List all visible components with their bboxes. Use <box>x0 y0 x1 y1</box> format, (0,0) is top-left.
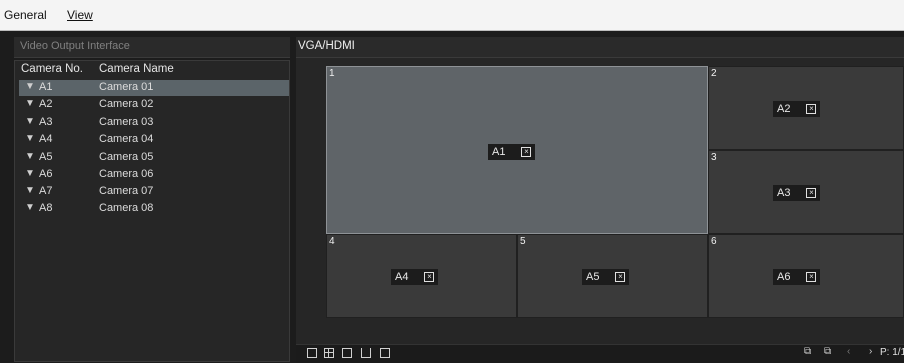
close-icon[interactable]: × <box>806 188 817 198</box>
camera-no: A4 <box>39 133 53 145</box>
window-number: 2 <box>711 68 717 79</box>
window-number: 1 <box>329 68 335 79</box>
close-icon[interactable]: × <box>424 272 435 282</box>
camera-badge: A6 × <box>773 269 821 285</box>
camera-badge: A4 × <box>391 269 439 285</box>
video-output-interface-label: Video Output Interface <box>20 40 130 52</box>
camera-badge-label: A6 <box>777 271 791 283</box>
video-output-interface-header: Video Output Interface <box>14 37 290 58</box>
window-number: 3 <box>711 152 717 163</box>
camera-badge: A5 × <box>582 269 630 285</box>
window-number: 4 <box>329 236 335 247</box>
camera-icon: ▼ <box>25 98 35 109</box>
camera-no: A3 <box>39 116 53 128</box>
layout-4x4-icon[interactable] <box>361 348 371 358</box>
window-number: 6 <box>711 236 717 247</box>
window-tile-1[interactable]: 1 A1 × <box>326 66 708 234</box>
camera-no: A8 <box>39 202 53 214</box>
window-tile-3[interactable]: 3 A3 × <box>708 150 904 234</box>
camera-icon: ▼ <box>25 151 35 162</box>
camera-badge-label: A5 <box>586 271 600 283</box>
layout-2x2-icon[interactable] <box>324 348 334 358</box>
camera-badge: A2 × <box>773 101 821 117</box>
layout-1x1-icon[interactable] <box>307 348 317 358</box>
camera-name: Camera 03 <box>99 116 154 128</box>
column-header-camera-no: Camera No. <box>21 63 83 75</box>
camera-name: Camera 01 <box>99 81 154 93</box>
camera-name: Camera 04 <box>99 133 154 145</box>
camera-badge: A1 × <box>488 144 536 160</box>
camera-badge-label: A1 <box>492 146 506 158</box>
camera-icon: ▼ <box>25 133 35 144</box>
camera-badge: A3 × <box>773 185 821 201</box>
camera-row[interactable]: ▼ A3 Camera 03 <box>19 115 289 131</box>
camera-icon: ▼ <box>25 185 35 196</box>
layout-custom-icon[interactable] <box>380 348 390 358</box>
layout-3x3-icon[interactable] <box>342 348 352 358</box>
tab-general[interactable]: General <box>4 8 47 22</box>
tab-bar: General View <box>0 0 904 31</box>
camera-icon: ▼ <box>25 81 35 92</box>
camera-no: A1 <box>39 81 53 93</box>
close-icon[interactable]: × <box>806 104 817 114</box>
column-header-camera-name: Camera Name <box>99 63 174 75</box>
camera-no: A2 <box>39 98 53 110</box>
next-layout-icon[interactable]: ⧉ <box>824 346 831 357</box>
camera-no: A5 <box>39 151 53 163</box>
prev-layout-icon[interactable]: ⧉ <box>804 346 811 357</box>
tab-view[interactable]: View <box>67 8 93 22</box>
next-page-icon[interactable]: › <box>869 346 872 357</box>
layout-toolbar: ⧉ ⧉ ‹ › P: 1/1 <box>296 344 904 363</box>
camera-name: Camera 07 <box>99 185 154 197</box>
close-icon[interactable]: × <box>806 272 817 282</box>
window-tile-5[interactable]: 5 A5 × <box>517 234 708 318</box>
camera-row[interactable]: ▼ A4 Camera 04 <box>19 132 289 148</box>
camera-row[interactable]: ▼ A7 Camera 07 <box>19 184 289 200</box>
close-icon[interactable]: × <box>521 147 532 157</box>
camera-row[interactable]: ▼ A1 Camera 01 <box>19 80 289 96</box>
camera-row[interactable]: ▼ A2 Camera 02 <box>19 97 289 113</box>
camera-icon: ▼ <box>25 202 35 213</box>
close-icon[interactable]: × <box>615 272 626 282</box>
camera-name: Camera 08 <box>99 202 154 214</box>
camera-badge-label: A2 <box>777 103 791 115</box>
window-number: 5 <box>520 236 526 247</box>
page-indicator: P: 1/1 <box>880 347 904 358</box>
camera-row[interactable]: ▼ A6 Camera 06 <box>19 167 289 183</box>
window-tile-2[interactable]: 2 A2 × <box>708 66 904 150</box>
camera-row[interactable]: ▼ A8 Camera 08 <box>19 201 289 217</box>
camera-badge-label: A3 <box>777 187 791 199</box>
camera-name: Camera 06 <box>99 168 154 180</box>
camera-name: Camera 05 <box>99 151 154 163</box>
camera-no: A7 <box>39 185 53 197</box>
vga-hdmi-label: VGA/HDMI <box>298 40 355 52</box>
camera-name: Camera 02 <box>99 98 154 110</box>
window-tile-4[interactable]: 4 A4 × <box>326 234 517 318</box>
camera-badge-label: A4 <box>395 271 409 283</box>
camera-list: Camera No. Camera Name ▼ A1 Camera 01 ▼ … <box>14 60 290 362</box>
camera-row[interactable]: ▼ A5 Camera 05 <box>19 150 289 166</box>
camera-icon: ▼ <box>25 168 35 179</box>
window-tile-6[interactable]: 6 A6 × <box>708 234 904 318</box>
camera-icon: ▼ <box>25 116 35 127</box>
camera-no: A6 <box>39 168 53 180</box>
vga-hdmi-header: VGA/HDMI <box>296 37 904 58</box>
prev-page-icon[interactable]: ‹ <box>847 346 850 357</box>
